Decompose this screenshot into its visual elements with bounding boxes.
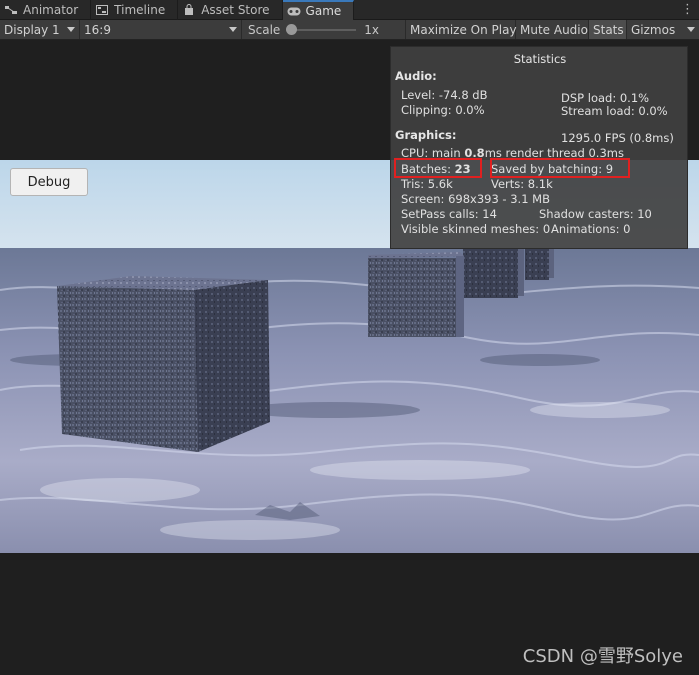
shadow-casters-readout: Shadow casters: 10	[539, 207, 652, 221]
chevron-down-icon	[687, 27, 695, 32]
animations-readout: Animations: 0	[551, 222, 631, 236]
cpu-suffix: ms render thread 0.3ms	[484, 146, 624, 160]
chevron-down-icon	[229, 27, 237, 32]
tab-asset-store[interactable]: Asset Store	[178, 0, 283, 20]
setpass-readout: SetPass calls: 14	[401, 207, 497, 221]
verts-readout: Verts: 8.1k	[491, 177, 553, 191]
statistics-title: Statistics	[513, 52, 567, 66]
scale-control: Scale 1x	[242, 20, 406, 39]
gizmos-dropdown[interactable]: Gizmos	[627, 20, 699, 39]
mute-audio-label: Mute Audio	[520, 22, 588, 37]
dsp-load: DSP load: 0.1%	[561, 91, 650, 105]
stream-load: Stream load: 0.0%	[561, 104, 668, 118]
fps-readout: 1295.0 FPS (0.8ms)	[561, 131, 674, 145]
scale-label: Scale	[248, 22, 281, 37]
tab-label: Asset Store	[201, 3, 270, 17]
store-icon	[182, 4, 196, 16]
tab-game[interactable]: Game	[282, 0, 355, 20]
tab-timeline[interactable]: Timeline	[91, 0, 179, 20]
tab-label: Timeline	[114, 3, 166, 17]
gizmos-label: Gizmos	[631, 22, 676, 37]
batches-value: 23	[454, 162, 471, 176]
debug-button[interactable]: Debug	[10, 168, 88, 196]
aspect-dropdown-value: 16:9	[84, 22, 111, 37]
watermark: CSDN @雪野Solye	[522, 646, 683, 667]
scale-value: 1x	[364, 22, 380, 37]
more-menu-icon[interactable]: ⋮	[681, 2, 694, 17]
mute-audio-toggle[interactable]: Mute Audio	[516, 20, 589, 39]
stats-toggle[interactable]: Stats	[589, 20, 627, 39]
gamepad-icon	[287, 5, 301, 17]
audio-level: Level: -74.8 dB	[401, 88, 488, 102]
scale-slider[interactable]	[286, 23, 357, 35]
tris-readout: Tris: 5.6k	[401, 177, 453, 191]
statistics-panel: Statistics Audio: Level: -74.8 dB Clippi…	[390, 46, 688, 249]
game-toolbar: Display 1 16:9 Scale 1x Maximize On Play…	[0, 20, 699, 40]
audio-clipping: Clipping: 0.0%	[401, 103, 485, 117]
saved-by-batching: Saved by batching: 9	[491, 162, 614, 176]
tab-bar: Animator Timeline Asset Store Game ⋮	[0, 0, 699, 20]
animator-icon	[4, 4, 18, 16]
graphics-header: Graphics:	[395, 128, 457, 142]
tab-animator[interactable]: Animator	[0, 0, 92, 20]
batches-readout: Batches: 23	[401, 162, 471, 176]
skinned-meshes-readout: Visible skinned meshes: 0	[401, 222, 551, 236]
scale-slider-knob[interactable]	[286, 23, 298, 35]
audio-header: Audio:	[395, 69, 437, 83]
display-dropdown[interactable]: Display 1	[0, 20, 80, 39]
display-dropdown-value: Display 1	[4, 22, 60, 37]
timeline-icon	[95, 4, 109, 16]
maximize-on-play-label: Maximize On Play	[410, 22, 517, 37]
tab-label: Animator	[23, 3, 79, 17]
stats-label: Stats	[593, 22, 624, 37]
cpu-main-value: 0.8	[464, 146, 485, 160]
maximize-on-play-toggle[interactable]: Maximize On Play	[406, 20, 517, 39]
cpu-prefix: CPU: main	[401, 146, 465, 160]
batches-label: Batches:	[401, 162, 455, 176]
aspect-dropdown[interactable]: 16:9	[80, 20, 242, 39]
screen-readout: Screen: 698x393 - 3.1 MB	[401, 192, 550, 206]
tab-label: Game	[305, 4, 342, 18]
chevron-down-icon	[67, 27, 75, 32]
cpu-readout: CPU: main 0.8ms render thread 0.3ms	[401, 146, 624, 160]
